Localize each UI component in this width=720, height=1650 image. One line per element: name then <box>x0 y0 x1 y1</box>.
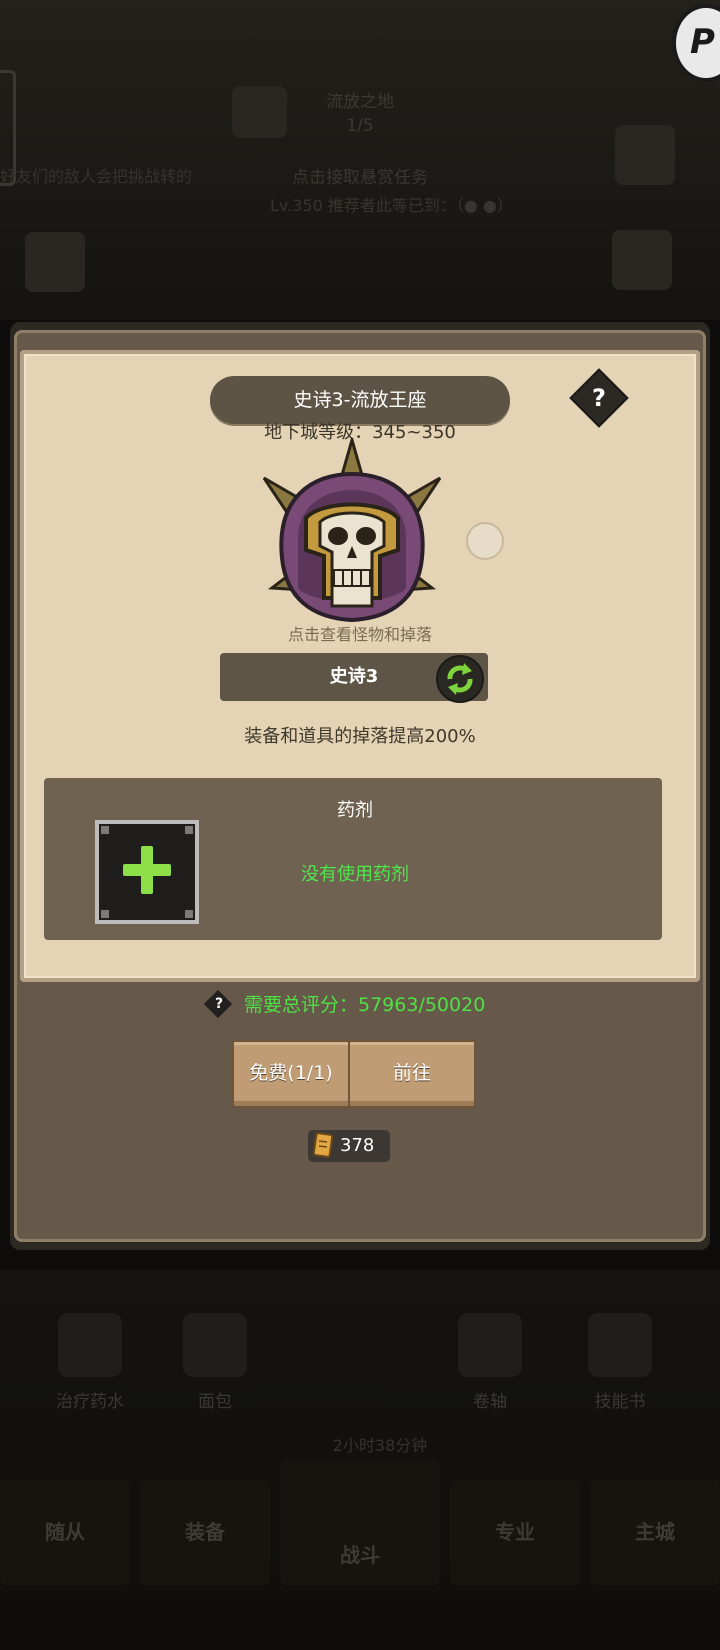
background-item-potion: 治疗药水 <box>35 1305 145 1425</box>
background-stage-title: 流放之地 1/5 <box>300 90 420 138</box>
background-item-scroll: 卷轴 <box>435 1305 545 1425</box>
swap-difficulty-button[interactable] <box>436 655 484 703</box>
skull-helmet-icon[interactable] <box>262 438 442 638</box>
nav-profession[interactable]: 专业 <box>450 1480 580 1585</box>
nav-battle[interactable]: 战斗 <box>280 1460 440 1585</box>
background-item-bread: 面包 <box>160 1305 270 1425</box>
nav-followers[interactable]: 随从 <box>0 1480 130 1585</box>
plus-icon <box>101 826 193 918</box>
indicator-dot <box>466 522 504 560</box>
score-help-icon[interactable]: ? <box>206 991 232 1017</box>
potion-title: 药剂 <box>337 800 373 821</box>
potion-icon <box>58 1313 122 1377</box>
score-requirement: 需要总评分：57963/50020 <box>244 994 486 1016</box>
boss-hint[interactable]: 点击查看怪物和掉落 <box>200 621 520 645</box>
scroll-icon <box>458 1313 522 1377</box>
help-icon[interactable]: ? <box>578 377 620 419</box>
go-label: 前往 <box>392 1062 431 1084</box>
scroll-ticket-icon <box>312 1132 334 1158</box>
background-badge-icon <box>25 232 85 292</box>
nav-main-city[interactable]: 主城 <box>590 1480 720 1585</box>
background-stage-icon <box>232 86 287 138</box>
stage-progress: 1/5 <box>346 116 374 136</box>
add-potion-button[interactable] <box>95 820 199 924</box>
background-avatar-icon <box>612 230 672 290</box>
stage-title: 流放之地 <box>326 92 394 112</box>
background-timer: 2小时38分钟 <box>332 1436 428 1455</box>
drop-bonus-text: 装备和道具的掉落提高200% <box>244 726 476 747</box>
background-item-skillbook: 技能书 <box>565 1305 675 1425</box>
ticket-count: 378 <box>340 1135 375 1156</box>
nav-equipment[interactable]: 装备 <box>140 1480 270 1585</box>
background-gear-icon <box>615 125 675 185</box>
bread-icon <box>183 1313 247 1377</box>
dialog-title: 史诗3-流放王座 <box>293 389 427 411</box>
potion-status: 没有使用药剂 <box>301 864 409 885</box>
swap-icon <box>447 663 473 695</box>
background-bounty-hint: 点击接取悬赏任务 <box>292 168 428 188</box>
free-enter-label: 免费(1/1) <box>249 1062 333 1084</box>
book-icon <box>588 1313 652 1377</box>
background-requirement-hint: Lv.350 推荐者此等已到：（● ●） <box>270 196 513 215</box>
